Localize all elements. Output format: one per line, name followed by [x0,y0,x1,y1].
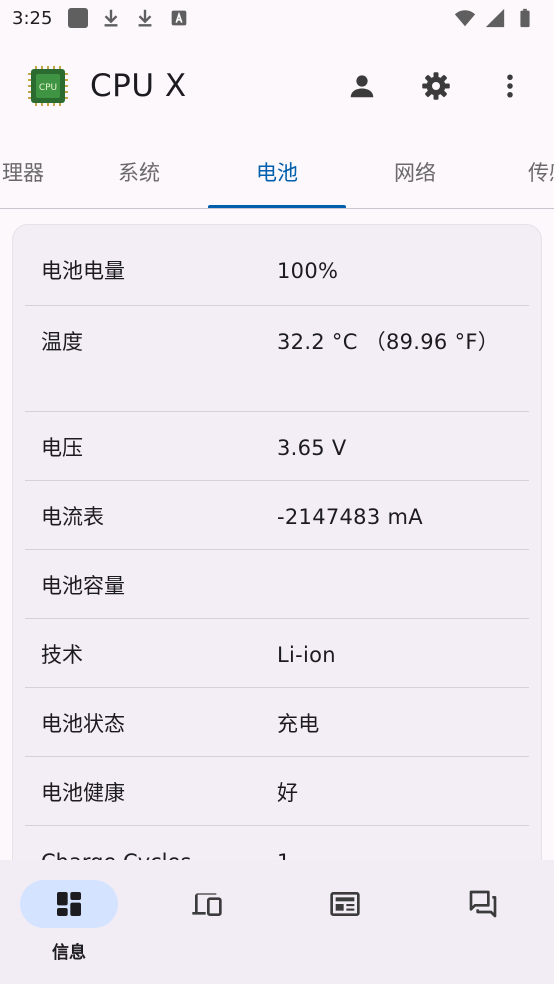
row-label: 电流表 [41,505,104,529]
row-value: 32.2 °C （89.96 °F） [277,330,500,354]
row-label: 电池状态 [41,712,125,736]
more-options-button[interactable] [486,62,534,110]
table-row: 电池状态 充电 [25,688,529,757]
app-bar: CPU CPU X [0,36,554,136]
app-notification-icon [68,8,89,28]
status-bar: 3:25 [0,0,554,36]
row-value: 充电 [277,712,320,736]
nav-label: 信息 [52,943,86,963]
row-value: -2147483 mA [277,505,423,529]
nav-item-news[interactable] [276,860,414,984]
download-icon [105,9,118,27]
table-row: 电压 3.65 V [25,412,529,481]
tab-system[interactable]: 系统 [70,136,208,208]
table-row: 技术 Li-ion [25,619,529,688]
font-notification-icon [172,10,187,26]
nav-pill [158,880,256,928]
tab-network[interactable]: 网络 [346,136,484,208]
cpu-logo-icon: CPU [28,66,68,106]
devices-icon [192,893,222,916]
table-row: 电流表 -2147483 mA [25,481,529,550]
row-value: 3.65 V [277,436,347,460]
dashboard-icon [57,892,81,916]
gear-icon [422,72,450,100]
row-label: 电压 [41,436,83,460]
tab-bar: 理器 系统 电池 网络 传感 [0,136,554,209]
download-icon [139,9,152,27]
person-icon [350,75,374,98]
battery-info-card: 电池电量 100% 温度 32.2 °C （89.96 °F） 电压 3.65 … [12,224,542,884]
more-vert-icon [507,74,513,98]
row-label: 电池电量 [41,259,125,283]
settings-button[interactable] [412,62,460,110]
status-time: 3:25 [12,7,53,29]
table-row: 温度 32.2 °C （89.96 °F） [25,306,529,412]
wifi-icon [454,10,476,27]
tab-indicator [208,205,346,208]
row-label: 技术 [41,643,83,667]
nav-item-devices[interactable] [138,860,276,984]
row-label: 温度 [41,330,83,354]
tab-sensors[interactable]: 传感 [480,136,554,208]
table-row: 电池电量 100% [25,225,529,306]
logo-text: CPU [39,83,57,93]
cell-signal-icon [485,8,505,28]
table-row: 电池容量 [25,550,529,619]
row-value: Li-ion [277,643,336,667]
news-icon [330,892,360,916]
row-label: 电池容量 [41,574,125,598]
system-icons [454,7,536,29]
nav-pill [20,880,118,928]
bottom-navigation: 信息 [0,860,554,984]
forum-icon [469,890,497,918]
row-value: 好 [277,781,299,805]
battery-icon [520,8,530,28]
row-value: 100% [277,259,339,283]
tab-battery[interactable]: 电池 [208,136,346,208]
nav-pill [434,880,532,928]
nav-pill [296,880,394,928]
nav-item-info[interactable]: 信息 [0,860,138,984]
nav-item-forum[interactable] [414,860,552,984]
notification-icons [68,7,190,29]
app-title: CPU X [90,68,187,104]
account-button[interactable] [338,62,386,110]
row-label: 电池健康 [41,781,125,805]
table-row: 电池健康 好 [25,757,529,826]
